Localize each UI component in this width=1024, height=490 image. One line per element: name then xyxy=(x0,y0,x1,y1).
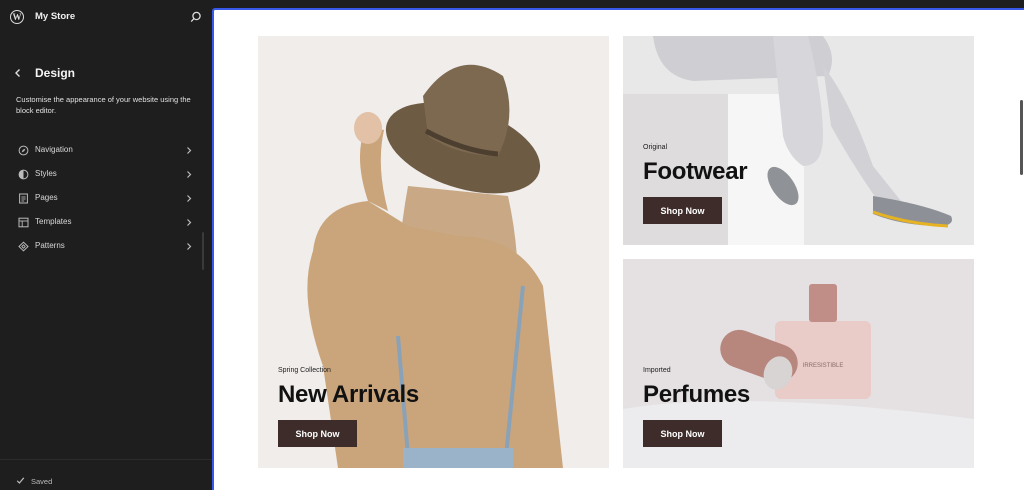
wordpress-logo-icon[interactable]: W xyxy=(10,10,24,24)
footer-divider xyxy=(0,459,212,460)
patterns-icon xyxy=(18,241,29,252)
site-title[interactable]: My Store xyxy=(35,11,75,22)
styles-icon xyxy=(18,169,29,180)
sidebar-item-styles[interactable]: Styles xyxy=(0,163,212,187)
search-icon[interactable] xyxy=(190,11,202,23)
shop-now-button[interactable]: Shop Now xyxy=(643,420,722,447)
promo-card-perfumes[interactable]: IRRESISTIBLE Imported Perfumes Shop Now xyxy=(623,259,974,468)
shop-now-button[interactable]: Shop Now xyxy=(278,420,357,447)
svg-text:IRRESISTIBLE: IRRESISTIBLE xyxy=(803,363,844,369)
promo-card-footwear[interactable]: Original Footwear Shop Now xyxy=(623,36,974,245)
sidebar-header: W My Store xyxy=(0,0,212,34)
sidebar-scrollbar[interactable] xyxy=(202,232,204,270)
back-chevron-icon[interactable] xyxy=(12,67,24,79)
sidebar-item-label: Patterns xyxy=(35,241,65,250)
chevron-right-icon xyxy=(187,219,192,226)
chevron-right-icon xyxy=(187,147,192,154)
templates-icon xyxy=(18,217,29,228)
check-icon xyxy=(16,477,25,484)
page-description: Customise the appearance of your website… xyxy=(16,95,191,115)
navigation-icon xyxy=(18,145,29,156)
sidebar-item-patterns[interactable]: Patterns xyxy=(0,235,212,259)
sidebar-item-label: Templates xyxy=(35,217,72,226)
card-eyebrow: Spring Collection xyxy=(278,367,331,374)
chevron-right-icon xyxy=(187,171,192,178)
save-status: Saved xyxy=(31,477,53,486)
sidebar-item-navigation[interactable]: Navigation xyxy=(0,139,212,163)
sidebar: W My Store Design Customise the appearan… xyxy=(0,0,212,490)
card-eyebrow: Imported xyxy=(643,367,671,374)
editor-canvas[interactable]: Spring Collection New Arrivals Shop Now … xyxy=(212,8,1024,490)
sidebar-item-pages[interactable]: Pages xyxy=(0,187,212,211)
card-headline: New Arrivals xyxy=(278,381,419,408)
sidebar-item-label: Navigation xyxy=(35,145,73,154)
promo-card-new-arrivals[interactable]: Spring Collection New Arrivals Shop Now xyxy=(258,36,609,468)
shop-now-button[interactable]: Shop Now xyxy=(643,197,722,224)
sidebar-item-label: Styles xyxy=(35,169,57,178)
design-menu: Navigation Styles Pages Templates Patter… xyxy=(0,139,212,259)
chevron-right-icon xyxy=(187,243,192,250)
sidebar-item-templates[interactable]: Templates xyxy=(0,211,212,235)
chevron-right-icon xyxy=(187,195,192,202)
pages-icon xyxy=(19,193,28,204)
card-headline: Perfumes xyxy=(643,381,750,408)
canvas-scrollbar[interactable] xyxy=(1020,100,1023,175)
site-editor: W My Store Design Customise the appearan… xyxy=(0,0,1024,490)
page-title: Design xyxy=(35,66,76,80)
card-eyebrow: Original xyxy=(643,144,668,151)
card-headline: Footwear xyxy=(643,158,748,185)
sidebar-item-label: Pages xyxy=(35,193,58,202)
